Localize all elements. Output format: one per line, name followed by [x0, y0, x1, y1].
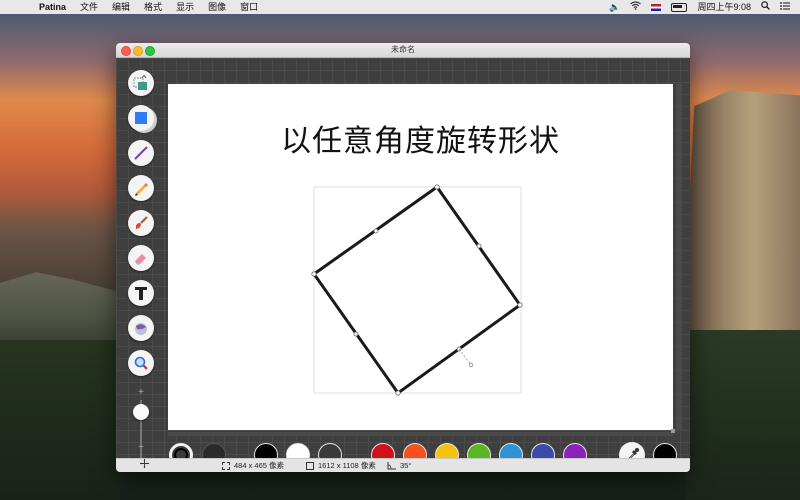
eraser-icon: [135, 254, 146, 265]
zoom-out-button[interactable]: −: [136, 443, 146, 453]
line-icon: [134, 146, 148, 160]
spotlight-icon[interactable]: [761, 0, 770, 14]
status-bar: 484 x 465 像素 1612 x 1108 像素 35°: [116, 458, 690, 472]
select-tool-button[interactable]: [128, 70, 154, 96]
desktop-trees-right: [685, 330, 800, 500]
menu-format[interactable]: 格式: [137, 0, 169, 14]
selection-size-readout: 484 x 465 像素: [222, 459, 284, 472]
select-tool-icon: [133, 75, 147, 90]
resize-handle-bottom[interactable]: [395, 390, 401, 396]
title-bar[interactable]: 未命名: [116, 43, 690, 58]
zoom-slider-knob[interactable]: [133, 404, 149, 420]
rotation-handle[interactable]: [468, 362, 474, 368]
pencil-icon: [135, 183, 148, 196]
selection-icon: [222, 462, 230, 470]
menu-view[interactable]: 显示: [169, 0, 201, 14]
menu-clock[interactable]: 周四上午9:08: [697, 0, 751, 14]
eraser-tool-button[interactable]: [128, 245, 154, 271]
zoom-in-button[interactable]: +: [136, 388, 146, 398]
canvas-size-icon: [306, 462, 314, 470]
resize-handle-bottom-left-edge[interactable]: [353, 331, 359, 337]
app-window: 未命名 + − 以任意角度旋转形状 484 x 465 像素 1612 x 11…: [116, 43, 690, 472]
selection-size-text: 484 x 465 像素: [234, 461, 285, 470]
menu-window[interactable]: 窗口: [233, 0, 265, 14]
desktop-cliff: [685, 90, 800, 360]
workspace: + − 以任意角度旋转形状: [116, 58, 690, 470]
brush-icon: [136, 216, 148, 229]
pencil-tool-button[interactable]: [128, 175, 154, 201]
fill-tool-button[interactable]: [128, 315, 154, 341]
menu-image[interactable]: 图像: [201, 0, 233, 14]
resize-handle-top-left-edge[interactable]: [373, 228, 379, 234]
resize-handle-right[interactable]: [517, 302, 523, 308]
resize-handle-left[interactable]: [311, 271, 317, 277]
menu-bar: Patina 文件 编辑 格式 显示 图像 窗口 🔈 周四上午9:08: [0, 0, 800, 14]
menu-app-name[interactable]: Patina: [32, 0, 73, 14]
drawing-canvas[interactable]: 以任意角度旋转形状: [168, 84, 673, 430]
desktop-trees-left: [0, 340, 120, 500]
battery-icon[interactable]: [671, 2, 688, 12]
notification-center-icon[interactable]: [780, 0, 790, 14]
horizontal-scrollbar[interactable]: [168, 432, 673, 436]
menu-edit[interactable]: 编辑: [105, 0, 137, 14]
brush-tool-button[interactable]: [128, 210, 154, 236]
vertical-scrollbar[interactable]: [676, 84, 682, 430]
rotation-guide: [458, 348, 472, 366]
zoom-tool-button[interactable]: [128, 350, 154, 376]
resize-handle-top[interactable]: [434, 184, 440, 190]
menu-file[interactable]: 文件: [73, 0, 105, 14]
square-shape-icon: [135, 112, 147, 124]
canvas-size-readout: 1612 x 1108 像素: [306, 459, 376, 472]
window-title: 未命名: [391, 45, 415, 54]
magnifier-icon: [134, 356, 148, 370]
move-icon: [140, 459, 149, 468]
angle-icon: [387, 462, 396, 470]
text-tool-button[interactable]: [128, 280, 154, 306]
fill-bucket-icon: [135, 323, 147, 335]
resize-handle-top-right-edge[interactable]: [476, 243, 482, 249]
rotated-shape-layer: [311, 184, 523, 396]
volume-icon[interactable]: 🔈: [609, 0, 620, 14]
angle-readout: 35°: [387, 459, 411, 472]
selection-bounding-box: [313, 186, 522, 394]
canvas-size-text: 1612 x 1108 像素: [318, 461, 376, 470]
flag-icon[interactable]: [651, 3, 662, 11]
canvas-resize-handle[interactable]: [671, 429, 675, 433]
text-icon: [135, 287, 147, 300]
line-tool-button[interactable]: [128, 140, 154, 166]
shape-tool-button[interactable]: [128, 105, 154, 131]
angle-text: 35°: [400, 461, 412, 470]
rotated-square-shape[interactable]: [311, 184, 523, 396]
wifi-icon[interactable]: [630, 0, 642, 14]
